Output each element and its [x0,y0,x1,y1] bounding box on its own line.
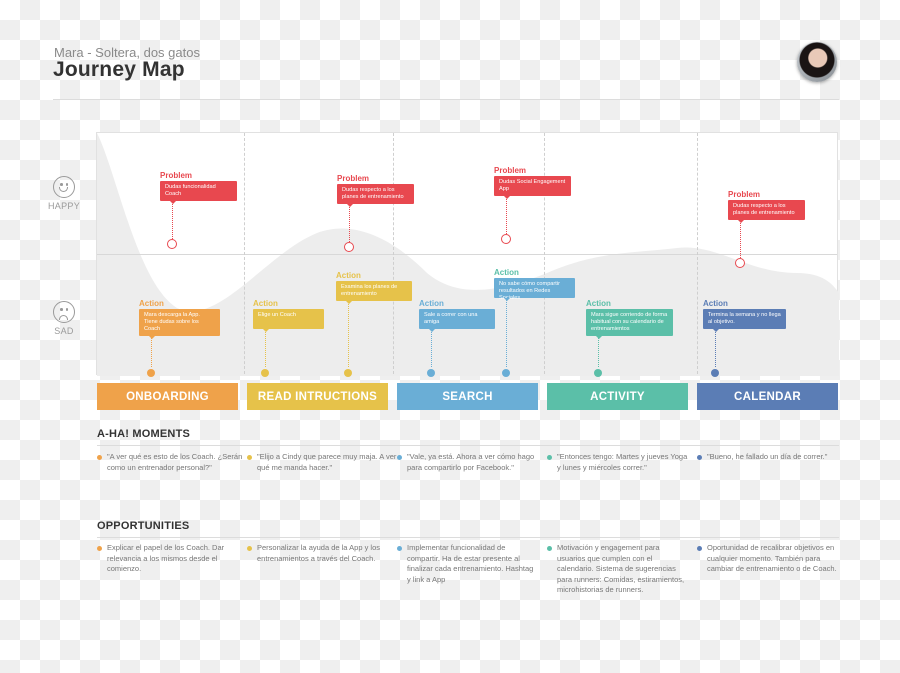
action-marker[interactable] [427,369,435,377]
opportunity-item: Oportunidad de recalibrar objetivos en c… [697,543,842,575]
action-stem [715,330,716,367]
problem-stem [740,221,741,258]
bullet-icon [547,455,552,460]
mood-midline [97,254,837,255]
problem-marker[interactable] [344,242,354,252]
action-text: Examina los planes de entrenamiento [336,281,412,304]
bullet-icon [97,455,102,460]
problem-callout: Problem Dudas Social Engagement App [494,166,571,199]
stage-activity[interactable]: ACTIVITY [547,383,688,410]
action-label: Action [253,299,278,308]
bullet-icon [97,546,102,551]
bullet-icon [247,546,252,551]
action-marker[interactable] [344,369,352,377]
bullet-icon [397,546,402,551]
problem-text: Dudas funcionalidad Coach [160,181,237,204]
opportunity-item: Implementar funcionalidad de compartir. … [397,543,535,585]
mood-happy: HAPPY [44,176,84,211]
action-marker[interactable] [147,369,155,377]
action-label: Action [419,299,444,308]
action-callout: Action Elige un Coach [253,299,324,332]
action-stem [506,299,507,367]
stage-search[interactable]: SEARCH [397,383,538,410]
problem-marker[interactable] [167,239,177,249]
header-divider [53,99,839,100]
smiley-face-icon [53,176,75,198]
stage-divider [697,133,698,374]
action-callout: Action Sale a correr con una amiga [419,299,495,332]
action-callout: Action No sabe cómo compartir resultados… [494,268,575,301]
problem-text: Dudas respecto a los planes de entrenami… [337,184,414,207]
mood-sad: SAD [44,301,84,336]
action-text: Sale a correr con una amiga [419,309,495,332]
action-text: Termina la semana y no llega al objetivo… [703,309,786,332]
problem-stem [506,197,507,234]
problem-marker[interactable] [501,234,511,244]
problem-label: Problem [494,166,527,175]
action-text: Elige un Coach [253,309,324,332]
action-text: No sabe cómo compartir resultados en Red… [494,278,575,301]
mood-happy-label: HAPPY [47,201,80,211]
bullet-icon [697,546,702,551]
problem-label: Problem [160,171,193,180]
stage-divider [244,133,245,374]
aha-item: "Entonces tengo: Martes y jueves Yoga y … [547,452,692,473]
action-stem [151,330,152,367]
action-text: Mara sigue corriendo de forma habitual c… [586,309,673,339]
bullet-icon [697,455,702,460]
problem-callout: Problem Dudas respecto a los planes de e… [337,174,414,207]
action-callout: Action Examina los planes de entrenamien… [336,271,412,304]
opportunity-item: Personalizar la ayuda de la App y los en… [247,543,395,564]
aha-moments-title: A-HA! MOMENTS [97,428,191,440]
action-marker[interactable] [711,369,719,377]
problem-callout: Problem Dudas respecto a los planes de e… [728,190,805,223]
aha-item: "Bueno, he fallado un día de correr." [697,452,847,463]
problem-marker[interactable] [735,258,745,268]
aha-item: "Vale, ya está. Ahora a ver cómo hago pa… [397,452,537,473]
page-title: Journey Map [53,58,185,81]
action-marker[interactable] [261,369,269,377]
action-label: Action [336,271,361,280]
aha-item: "A ver qué es esto de los Coach. ¿Serán … [97,452,247,473]
stage-onboarding[interactable]: ONBOARDING [97,383,238,410]
action-stem [431,330,432,367]
opportunity-item: Motivación y engagement para usuarios qu… [547,543,687,596]
problem-stem [172,202,173,239]
bullet-icon [247,455,252,460]
action-label: Action [586,299,611,308]
action-marker[interactable] [502,369,510,377]
action-stem [598,337,599,367]
opportunities-title: OPPORTUNITIES [97,520,190,532]
sad-face-icon [53,301,75,323]
action-label: Action [703,299,728,308]
action-label: Action [494,268,519,277]
mood-sad-label: SAD [54,326,74,336]
action-stem [265,330,266,367]
action-stem [348,302,349,367]
aha-item: "Elijo a Cindy que parece muy maja. A ve… [247,452,397,473]
avatar [797,42,837,82]
stage-divider [393,133,394,374]
action-callout: Action Mara sigue corriendo de forma hab… [586,299,673,339]
stage-calendar[interactable]: CALENDAR [697,383,838,410]
problem-stem [349,205,350,242]
problem-text: Dudas Social Engagement App [494,176,571,199]
stage-read-instructions[interactable]: READ INTRUCTIONS [247,383,388,410]
opportunity-item: Explicar el papel de los Coach. Dar rele… [97,543,247,575]
action-marker[interactable] [594,369,602,377]
problem-callout: Problem Dudas funcionalidad Coach [160,171,237,204]
bullet-icon [397,455,402,460]
opportunities-divider [97,537,839,538]
aha-divider [97,445,839,446]
action-callout: Action Termina la semana y no llega al o… [703,299,786,332]
problem-label: Problem [728,190,761,199]
action-label: Action [139,299,164,308]
journey-chart [96,132,839,376]
problem-label: Problem [337,174,370,183]
bullet-icon [547,546,552,551]
problem-text: Dudas respecto a los planes de entrenami… [728,200,805,223]
